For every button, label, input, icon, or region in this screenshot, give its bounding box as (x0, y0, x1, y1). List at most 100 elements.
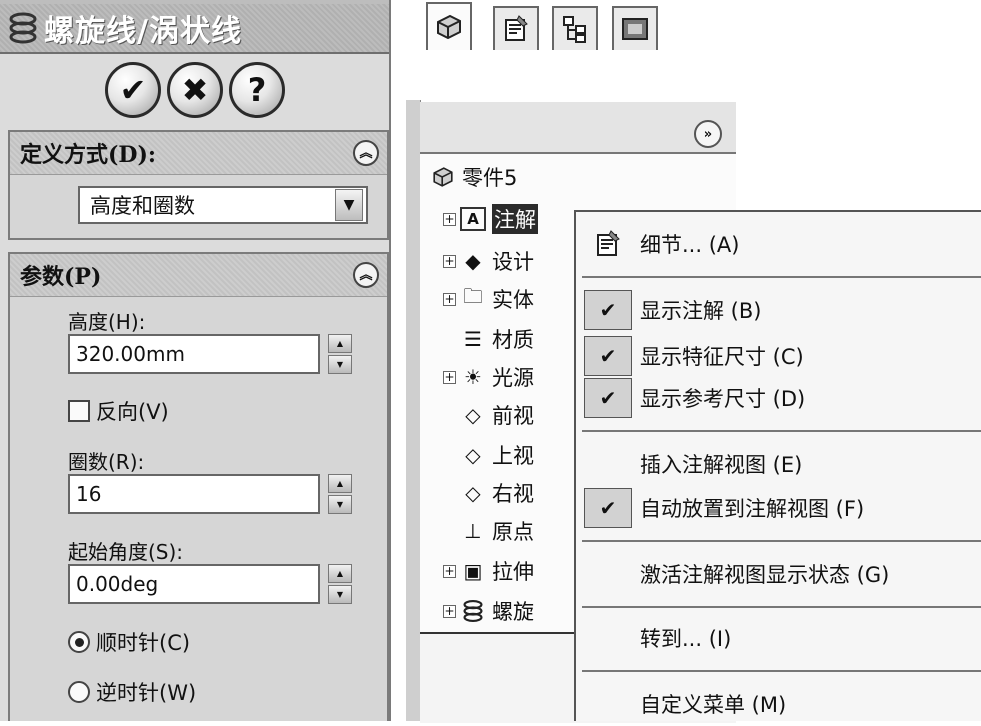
context-menu: 细节... (A) ✔ 显示注解 (B) ✔ 显示特征尺寸 (C) ✔ 显示参考… (574, 210, 981, 721)
clockwise-radio[interactable] (68, 631, 90, 653)
tree-item-origin[interactable]: ⊥ 原点 (460, 516, 534, 546)
chevron-down-icon[interactable]: ▼ (335, 189, 363, 221)
reverse-checkbox-row[interactable]: 反向(V) (68, 396, 169, 426)
menu-separator (582, 670, 981, 672)
ok-button[interactable]: ✔ (105, 62, 161, 118)
collapse-icon[interactable]: ︽ (353, 140, 379, 166)
expand-icon[interactable]: + (443, 564, 456, 578)
help-button[interactable]: ? (229, 62, 285, 118)
feature-manager-side (406, 100, 421, 721)
height-input[interactable]: 320.00mm (68, 334, 320, 374)
menu-item-auto-place-annotation-view[interactable]: ✔ 自动放置到注解视图 (F) (576, 486, 981, 530)
expand-icon[interactable]: + (443, 370, 456, 384)
tree-item-label: 右视 (492, 482, 534, 506)
check-icon: ✔ (584, 488, 632, 528)
expand-icon[interactable]: + (443, 604, 456, 618)
menu-item-label: 自定义菜单 (M) (640, 693, 787, 717)
define-by-group: 定义方式(D): ︽ 高度和圈数 ▼ (8, 130, 389, 240)
clockwise-radio-row[interactable]: 顺时针(C) (68, 627, 190, 657)
define-by-select[interactable]: 高度和圈数 ▼ (78, 186, 368, 224)
height-label: 高度(H): (68, 310, 146, 334)
tree-item-label: 注解 (492, 204, 538, 234)
menu-item-go-to[interactable]: 转到... (I) (576, 616, 981, 660)
tab-feature-tree[interactable] (426, 2, 472, 50)
helix-icon (460, 599, 486, 623)
tree-item-top-plane[interactable]: ◇ 上视 (460, 440, 534, 470)
more-tabs-icon[interactable]: » (694, 120, 722, 148)
expand-icon[interactable]: + (443, 292, 456, 306)
tree-item-label: 螺旋 (492, 600, 534, 624)
start-angle-spinner[interactable]: ▲ ▼ (328, 564, 352, 604)
spin-up-icon[interactable]: ▲ (328, 334, 352, 353)
spin-down-icon[interactable]: ▼ (328, 355, 352, 374)
tab-display-manager[interactable] (612, 6, 658, 50)
menu-separator (582, 540, 981, 542)
spin-down-icon[interactable]: ▼ (328, 585, 352, 604)
tab-property-manager[interactable] (493, 6, 539, 50)
tree-item-label: 材质 (492, 328, 534, 352)
menu-item-label: 显示参考尺寸 (D) (640, 387, 806, 411)
tree-item-label: 实体 (492, 288, 534, 312)
plane-icon: ◇ (465, 481, 481, 505)
close-icon: ✖ (181, 71, 209, 109)
annotation-icon: A (460, 207, 486, 231)
menu-item-label: 显示特征尺寸 (C) (640, 345, 804, 369)
menu-item-show-feature-dimensions[interactable]: ✔ 显示特征尺寸 (C) (576, 334, 981, 378)
help-icon: ? (247, 71, 267, 109)
counterclockwise-radio[interactable] (68, 681, 90, 703)
height-spinner[interactable]: ▲ ▼ (328, 334, 352, 374)
property-manager-header: 螺旋线/涡状线 (0, 4, 389, 54)
tree-item-material[interactable]: ☰ 材质 (460, 324, 534, 354)
spin-down-icon[interactable]: ▼ (328, 495, 352, 514)
spin-up-icon[interactable]: ▲ (328, 474, 352, 493)
tree-item-solid-bodies[interactable]: + 🗀 实体 (443, 284, 534, 314)
counterclockwise-label: 逆时针(W) (96, 681, 197, 705)
tree-root-label: 零件5 (462, 166, 518, 190)
tab-configuration-manager[interactable] (552, 6, 598, 50)
helix-icon (9, 12, 37, 44)
menu-item-customize-menu[interactable]: 自定义菜单 (M) (576, 682, 981, 726)
tree-item-lights[interactable]: + ☀ 光源 (443, 362, 534, 392)
check-icon: ✔ (584, 336, 632, 376)
radio-dot (74, 637, 84, 647)
menu-item-details[interactable]: 细节... (A) (576, 222, 981, 266)
turns-input[interactable]: 16 (68, 474, 320, 514)
start-angle-input[interactable]: 0.00deg (68, 564, 320, 604)
property-manager-title: 螺旋线/涡状线 (44, 14, 242, 49)
cancel-button[interactable]: ✖ (167, 62, 223, 118)
expand-icon[interactable]: + (443, 212, 456, 226)
tree-item-extrude[interactable]: + ▣ 拉伸 (443, 556, 534, 586)
tree-item-label: 原点 (492, 520, 534, 544)
design-binder-icon: ◆ (465, 249, 481, 273)
tree-item-design[interactable]: + ◆ 设计 (443, 246, 534, 276)
spin-up-icon[interactable]: ▲ (328, 564, 352, 583)
tree-item-annotations[interactable]: + A 注解 (443, 204, 538, 234)
tree-item-front-plane[interactable]: ◇ 前视 (460, 400, 534, 430)
expand-icon[interactable]: + (443, 254, 456, 268)
menu-item-show-annotations[interactable]: ✔ 显示注解 (B) (576, 288, 981, 332)
tree-item-helix[interactable]: + 螺旋 (443, 596, 534, 626)
define-by-header[interactable]: 定义方式(D): ︽ (10, 132, 387, 175)
turns-label: 圈数(R): (68, 450, 145, 474)
reverse-label: 反向(V) (96, 400, 169, 424)
tree-item-right-plane[interactable]: ◇ 右视 (460, 478, 534, 508)
define-by-value: 高度和圈数 (90, 194, 195, 218)
menu-separator (582, 606, 981, 608)
menu-item-show-reference-dimensions[interactable]: ✔ 显示参考尺寸 (D) (576, 376, 981, 420)
feature-manager-tabs (420, 102, 736, 152)
action-buttons: ✔ ✖ ? (105, 62, 285, 118)
collapse-icon[interactable]: ︽ (353, 262, 379, 288)
reverse-checkbox[interactable] (68, 400, 90, 422)
turns-spinner[interactable]: ▲ ▼ (328, 474, 352, 514)
parameters-header[interactable]: 参数(P) ︽ (10, 254, 387, 297)
menu-item-activate-annotation-view-display[interactable]: 激活注解视图显示状态 (G) (576, 552, 981, 596)
menu-item-label: 自动放置到注解视图 (F) (640, 497, 865, 521)
counterclockwise-radio-row[interactable]: 逆时针(W) (68, 677, 196, 707)
define-by-title: 定义方式(D): (20, 142, 157, 168)
extrude-icon: ▣ (463, 559, 483, 583)
tree-root[interactable]: 零件5 (430, 162, 517, 192)
start-angle-label: 起始角度(S): (68, 540, 184, 564)
lights-icon: ☀ (464, 365, 482, 389)
menu-item-insert-annotation-view[interactable]: 插入注解视图 (E) (576, 442, 981, 486)
plane-icon: ◇ (465, 443, 481, 467)
